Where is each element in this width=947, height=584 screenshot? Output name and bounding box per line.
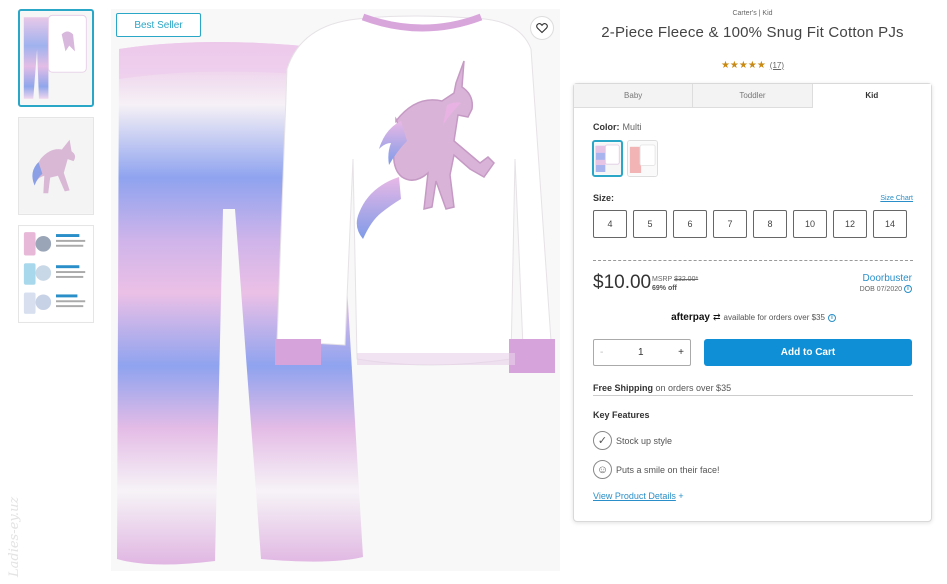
watermark-text: Ladies-ey.uz <box>7 496 22 577</box>
smiley-icon: ☺ <box>593 460 612 479</box>
heart-icon <box>536 23 548 34</box>
thumbnail-front-image <box>20 11 92 105</box>
checkmark-icon: ✓ <box>593 431 612 450</box>
doorbuster-link[interactable]: Doorbuster <box>863 273 912 284</box>
quantity-stepper: - 1 + <box>593 339 691 366</box>
tab-toddler[interactable]: Toddler <box>693 84 813 107</box>
feature-text: Stock up style <box>616 435 673 446</box>
shipping-info: Free Shipping on orders over $35 <box>593 383 731 393</box>
size-selector-header: Size: Size Chart <box>593 193 913 203</box>
product-info: Carter's | Kid 2-Piece Fleece & 100% Snu… <box>573 0 932 522</box>
review-count-link[interactable]: (17) <box>770 61 784 70</box>
feature-text: Puts a smile on their face! <box>616 464 720 475</box>
thumbnail-size-info[interactable] <box>18 225 94 323</box>
add-to-cart-button[interactable]: Add to Cart <box>704 339 912 366</box>
watermark: Ladies-ey.uz <box>2 455 22 580</box>
rating[interactable]: ★★★★★ (17) <box>573 58 932 72</box>
swatch-pink-image <box>628 141 657 176</box>
size-option-7[interactable]: 7 <box>713 210 747 238</box>
quantity-increase-button[interactable]: + <box>678 347 684 358</box>
afterpay-logo: afterpay <box>671 312 710 323</box>
promo-date: DOB 07/2020 i <box>860 285 912 293</box>
shipping-bold: Free Shipping <box>593 383 654 393</box>
size-option-6[interactable]: 6 <box>673 210 707 238</box>
pajama-illustration <box>111 9 560 571</box>
feature-item: ☺ Puts a smile on their face! <box>593 460 720 479</box>
afterpay-info-icon[interactable]: i <box>827 313 836 322</box>
purchase-card: Baby Toddler Kid Color: Multi Size: Size… <box>573 83 932 522</box>
key-features-title: Key Features <box>593 410 650 420</box>
size-range-tabs: Baby Toddler Kid <box>574 84 931 108</box>
view-details-link[interactable]: View Product Details + <box>593 491 684 501</box>
size-label: Size: <box>593 193 615 203</box>
thumbnail-list <box>18 9 98 333</box>
thumbnail-unicorn[interactable] <box>18 117 94 215</box>
msrp-label: MSRP <box>652 276 673 283</box>
sale-price: $10.00 <box>593 272 652 293</box>
divider <box>593 260 913 261</box>
brand-label: Carter's | Kid <box>732 10 773 17</box>
product-title: 2-Piece Fleece & 100% Snug Fit Cotton PJ… <box>601 24 904 41</box>
size-option-5[interactable]: 5 <box>633 210 667 238</box>
tab-kid[interactable]: Kid <box>812 84 931 108</box>
thumbnail-front[interactable] <box>18 9 94 107</box>
size-chart-link[interactable]: Size Chart <box>880 195 913 202</box>
tab-baby[interactable]: Baby <box>574 84 694 107</box>
msrp-value: $32.00* <box>674 276 699 283</box>
size-option-8[interactable]: 8 <box>753 210 787 238</box>
star-rating-icon: ★★★★★ <box>720 59 766 71</box>
feature-item: ✓ Stock up style <box>593 431 672 450</box>
afterpay-arrows-icon: ⇄ <box>712 312 721 322</box>
quantity-value[interactable]: 1 <box>638 347 644 358</box>
swatch-multi-image <box>594 142 621 175</box>
thumbnail-unicorn-image <box>19 118 93 214</box>
discount-label: 69% off <box>652 285 677 292</box>
size-option-10[interactable]: 10 <box>793 210 827 238</box>
shipping-rest: on orders over $35 <box>655 383 732 393</box>
afterpay-text: available for orders over $35 <box>723 313 825 322</box>
color-swatches <box>592 140 658 177</box>
size-options: 4 5 6 7 8 10 12 14 <box>593 210 907 238</box>
swatch-multi[interactable] <box>592 140 623 177</box>
info-icon[interactable]: i <box>904 285 912 293</box>
thumbnail-size-info-image <box>19 226 93 322</box>
plus-icon: + <box>678 491 684 501</box>
quantity-decrease-button[interactable]: - <box>600 347 603 358</box>
color-value: Multi <box>622 122 642 132</box>
view-details-text[interactable]: View Product Details <box>593 491 676 501</box>
best-seller-badge: Best Seller <box>116 13 201 37</box>
favorite-button[interactable] <box>530 16 554 40</box>
swatch-pink[interactable] <box>627 140 658 177</box>
msrp-info: MSRP $32.00* 69% off <box>652 275 698 293</box>
size-option-14[interactable]: 14 <box>873 210 907 238</box>
afterpay-info: afterpay ⇄ available for orders over $35… <box>574 312 933 323</box>
divider <box>593 395 913 396</box>
size-option-4[interactable]: 4 <box>593 210 627 238</box>
promo-date-text: DOB 07/2020 <box>859 285 902 293</box>
color-label: Color: <box>593 122 620 132</box>
color-selector-label: Color: Multi <box>593 122 642 132</box>
size-option-12[interactable]: 12 <box>833 210 867 238</box>
product-main-image[interactable]: Best Seller <box>111 9 560 571</box>
